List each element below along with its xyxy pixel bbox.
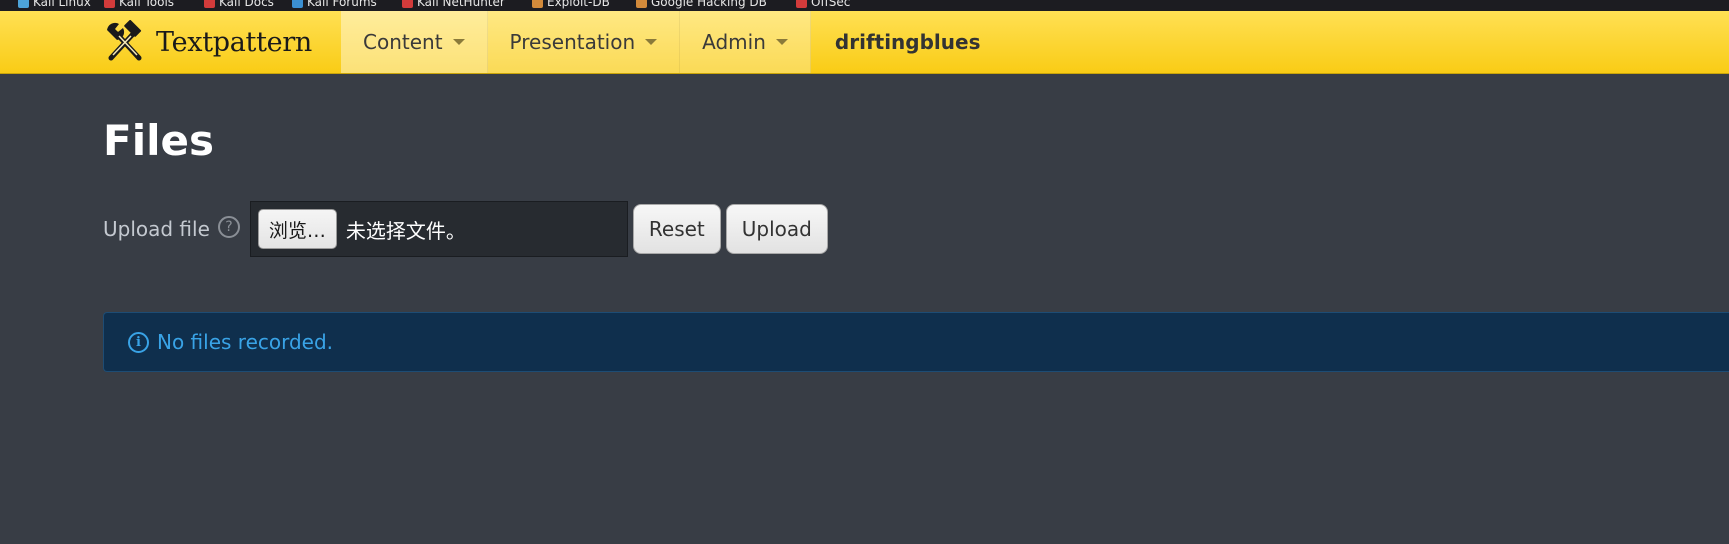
bookmark-kali-tools[interactable]: Kali Tools (104, 0, 174, 9)
question-circle-icon[interactable]: ? (217, 216, 240, 238)
bookmark-kali-linux[interactable]: Kali Linux (18, 0, 91, 9)
nav-admin[interactable]: Admin (680, 11, 811, 73)
caret-down-icon (452, 39, 465, 45)
info-notice: i No files recorded. (103, 312, 1729, 372)
nav-admin-label: Admin (702, 30, 766, 54)
nav-presentation[interactable]: Presentation (487, 11, 681, 73)
bookmark-kali-forums[interactable]: Kali Forums (292, 0, 377, 9)
upload-form: Upload file ? 浏览… 未选择文件。 Reset Upload (103, 200, 828, 258)
upload-button[interactable]: Upload (725, 204, 828, 254)
info-icon: i (128, 331, 149, 353)
hammer-wrench-logo-icon (107, 20, 142, 61)
brand[interactable]: Textpattern (103, 19, 312, 65)
file-input[interactable]: 浏览… 未选择文件。 (249, 201, 628, 257)
nav-content-label: Content (363, 30, 443, 54)
notice-text: No files recorded. (157, 330, 334, 354)
reset-button[interactable]: Reset (632, 204, 721, 254)
brand-name: Textpattern (156, 26, 313, 58)
kali-icon (18, 0, 29, 8)
bookmark-exploit-db[interactable]: Exploit-DB (532, 0, 610, 9)
main-nav: Content Presentation Admin driftingblues (341, 11, 1005, 73)
page-title: Files (103, 116, 214, 165)
offsec-icon (796, 0, 807, 8)
caret-down-icon (645, 39, 658, 45)
ghdb-icon (636, 0, 647, 8)
browse-button[interactable]: 浏览… (257, 209, 337, 249)
file-status-text: 未选择文件。 (345, 218, 466, 243)
top-navigation-bar: Textpattern Content Presentation Admin d… (0, 11, 1729, 74)
bookmark-kali-docs[interactable]: Kali Docs (204, 0, 274, 9)
nav-content[interactable]: Content (341, 11, 488, 73)
caret-down-icon (775, 39, 788, 45)
nav-presentation-label: Presentation (509, 30, 636, 54)
bookmark-kali-nethunter[interactable]: Kali NetHunter (402, 0, 505, 9)
upload-file-label: Upload file (103, 217, 210, 241)
site-name-link[interactable]: driftingblues (811, 11, 1005, 73)
kali-forums-icon (292, 0, 303, 8)
kali-docs-icon (204, 0, 215, 8)
bookmark-google-hacking-db[interactable]: Google Hacking DB (636, 0, 767, 9)
bookmarks-toolbar: Kali Linux Kali Tools Kali Docs Kali For… (0, 0, 1729, 11)
nethunter-icon (402, 0, 413, 8)
exploit-db-icon (532, 0, 543, 8)
kali-tools-icon (104, 0, 115, 8)
bookmark-offsec[interactable]: OffSec (796, 0, 850, 9)
